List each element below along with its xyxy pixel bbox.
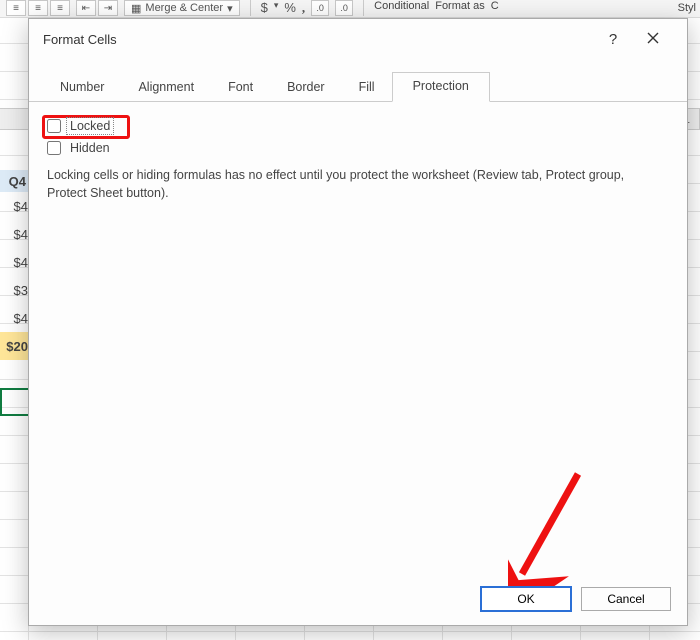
tab-border[interactable]: Border xyxy=(270,72,342,102)
visible-column-values: $4 $4 $4 $3 $4 $20 xyxy=(0,192,30,360)
indent-decrease-icon[interactable]: ⇤ xyxy=(76,0,96,16)
align-center-icon[interactable]: ≡ xyxy=(28,0,48,16)
merge-center-label: Merge & Center xyxy=(145,2,223,14)
hidden-label[interactable]: Hidden xyxy=(67,140,113,156)
cell-total[interactable]: $20 xyxy=(0,332,30,360)
format-as-table-button[interactable]: Format as xyxy=(435,0,485,12)
protection-description: Locking cells or hiding formulas has no … xyxy=(47,166,647,202)
comma-button[interactable]: , xyxy=(302,0,305,16)
increase-decimal-icon[interactable]: .0 xyxy=(311,0,329,16)
active-cell-outline xyxy=(0,388,30,416)
tab-fill[interactable]: Fill xyxy=(342,72,392,102)
dialog-tabs: Number Alignment Font Border Fill Protec… xyxy=(29,59,687,102)
align-left-icon[interactable]: ≡ xyxy=(6,0,26,16)
hidden-checkbox[interactable] xyxy=(47,141,61,155)
locked-checkbox-row: Locked xyxy=(47,118,669,134)
help-button[interactable]: ? xyxy=(593,19,633,59)
tab-number[interactable]: Number xyxy=(43,72,121,102)
locked-checkbox[interactable] xyxy=(47,119,61,133)
hidden-checkbox-row: Hidden xyxy=(47,140,669,156)
dialog-button-row: OK Cancel xyxy=(29,577,687,625)
close-button[interactable] xyxy=(633,19,673,59)
cell-value[interactable]: $4 xyxy=(0,304,30,332)
chevron-down-icon: ▾ xyxy=(227,2,233,15)
align-right-icon[interactable]: ≡ xyxy=(50,0,70,16)
merge-center-icon: ▦ xyxy=(131,2,141,15)
cell-value[interactable]: $3 xyxy=(0,276,30,304)
locked-label[interactable]: Locked xyxy=(67,118,113,134)
format-cells-dialog: Format Cells ? Number Alignment Font Bor… xyxy=(28,18,688,626)
conditional-formatting-button[interactable]: Conditional xyxy=(374,0,429,12)
protection-tab-body: Locked Hidden Locking cells or hiding fo… xyxy=(29,102,687,577)
indent-increase-icon[interactable]: ⇥ xyxy=(98,0,118,16)
chevron-down-icon[interactable]: ▾ xyxy=(274,0,279,11)
tab-font[interactable]: Font xyxy=(211,72,270,102)
ribbon: ≡ ≡ ≡ ⇤ ⇥ ▦ Merge & Center ▾ $ ▾ % , .0 … xyxy=(0,0,700,18)
dialog-title: Format Cells xyxy=(43,32,117,47)
cell-value[interactable]: $4 xyxy=(0,248,30,276)
tab-alignment[interactable]: Alignment xyxy=(121,72,211,102)
help-icon: ? xyxy=(609,31,617,48)
close-icon xyxy=(647,31,659,48)
cell-styles-button-cut2: Styl xyxy=(678,2,696,14)
cell-value[interactable]: $4 xyxy=(0,192,30,220)
cancel-button[interactable]: Cancel xyxy=(581,587,671,611)
tab-protection[interactable]: Protection xyxy=(392,72,490,102)
currency-button[interactable]: $ xyxy=(261,0,268,15)
dialog-titlebar: Format Cells ? xyxy=(29,19,687,59)
cell-value[interactable]: $4 xyxy=(0,220,30,248)
cell-styles-button-cut1[interactable]: C xyxy=(491,0,499,12)
decrease-decimal-icon[interactable]: .0 xyxy=(335,0,353,16)
ok-button[interactable]: OK xyxy=(481,587,571,611)
percent-button[interactable]: % xyxy=(284,0,296,15)
merge-center-button[interactable]: ▦ Merge & Center ▾ xyxy=(124,0,240,16)
cell-q4-header[interactable]: Q4 xyxy=(0,170,30,192)
